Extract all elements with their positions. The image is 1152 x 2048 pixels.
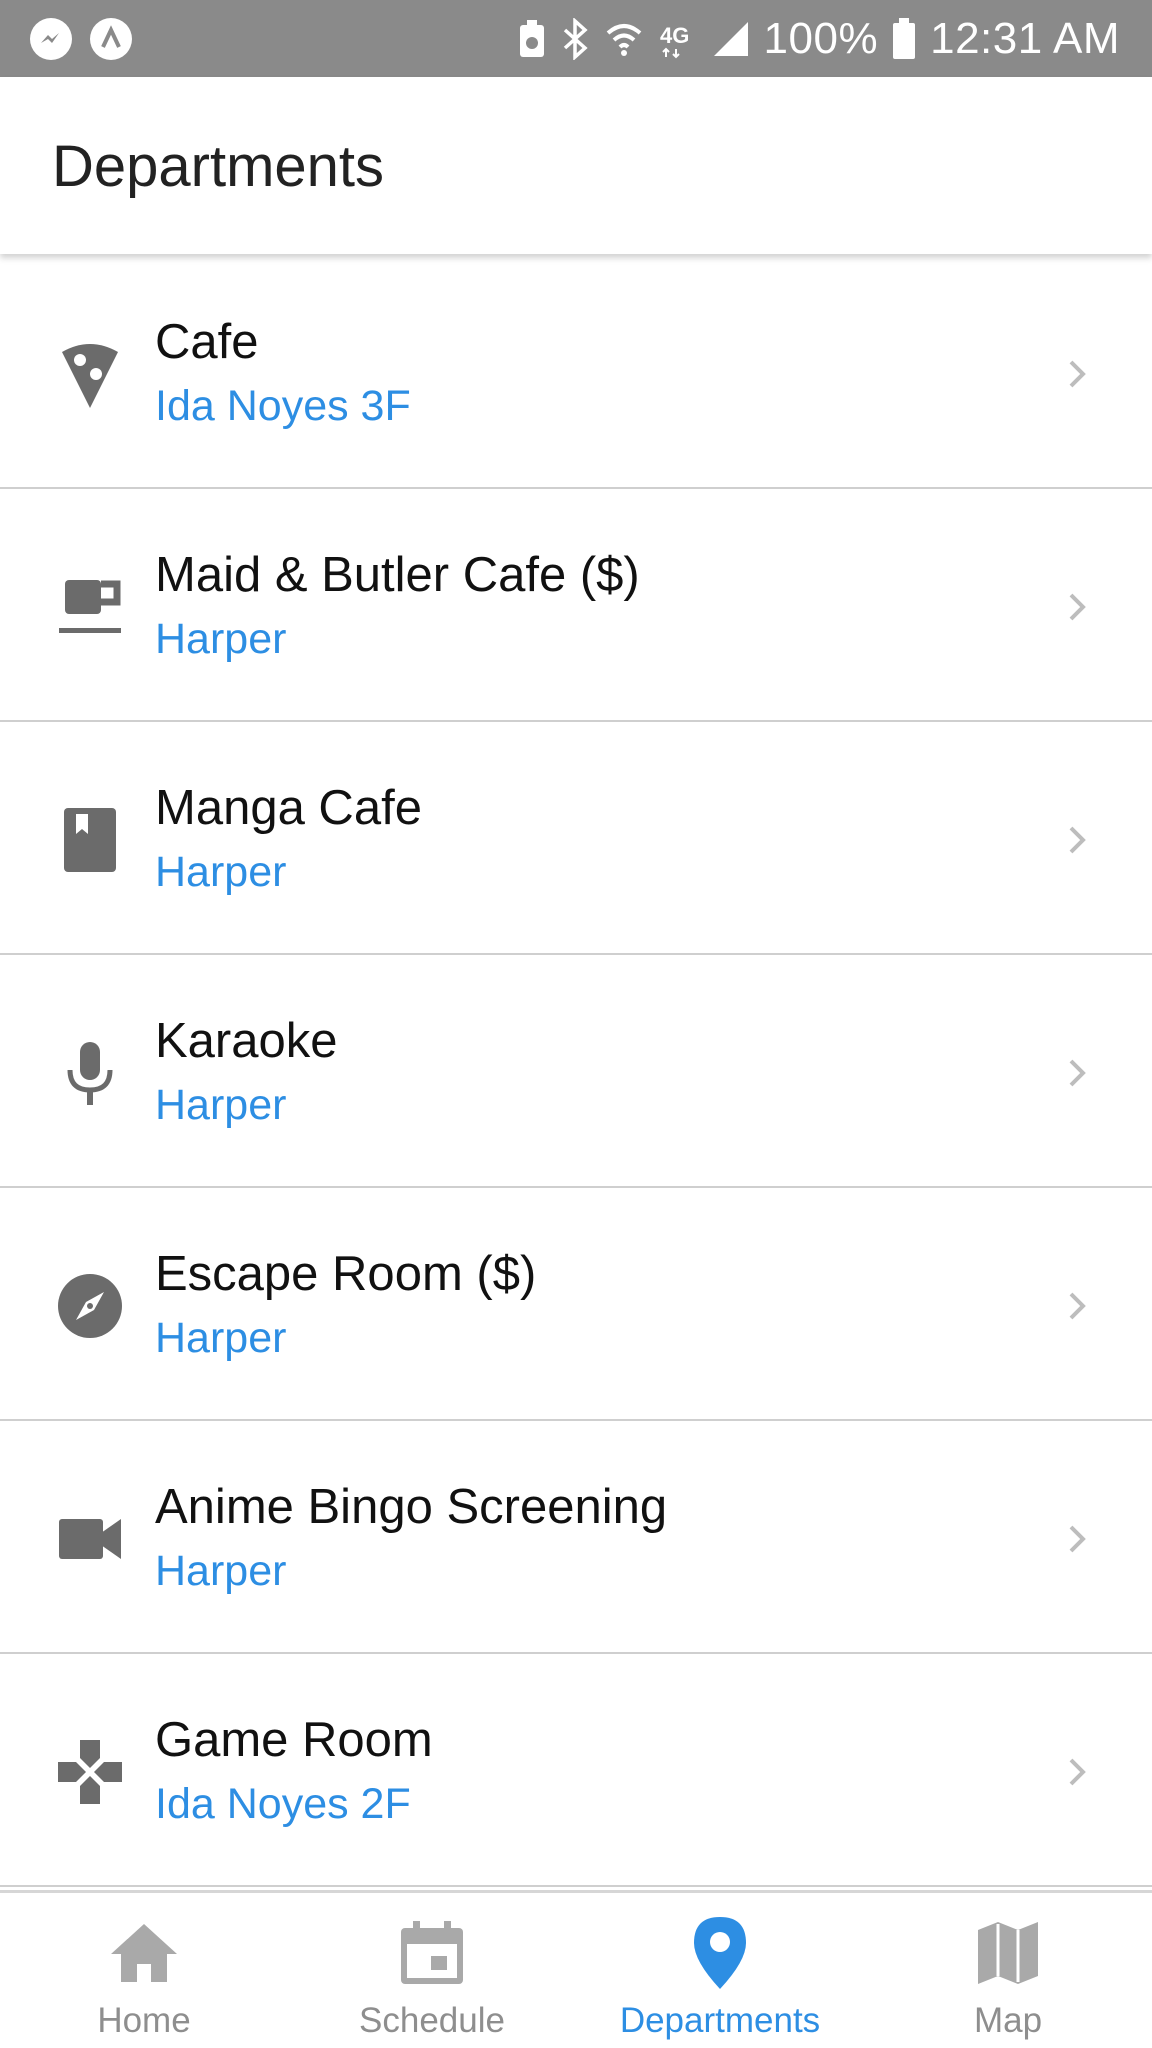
department-location: Harper xyxy=(155,848,287,896)
chevron-right-icon xyxy=(1069,1758,1086,1786)
list-item[interactable]: Anime Bingo Screening Harper xyxy=(0,1421,1152,1654)
department-location: Harper xyxy=(155,1547,287,1595)
clock: 12:31 AM xyxy=(930,14,1120,63)
bluetooth-icon xyxy=(560,18,590,60)
battery-saver-icon xyxy=(518,19,546,59)
app-header: Departments xyxy=(0,77,1152,254)
compass-icon xyxy=(52,1268,128,1344)
list-item[interactable]: Game Room Ida Noyes 2F xyxy=(0,1654,1152,1887)
chevron-right-icon xyxy=(1069,1292,1086,1320)
department-title: Escape Room ($) xyxy=(155,1247,537,1301)
department-title: Maid & Butler Cafe ($) xyxy=(155,548,640,602)
chevron-right-icon xyxy=(1069,360,1086,388)
department-location: Harper xyxy=(155,1314,287,1362)
tab-label: Home xyxy=(97,2001,191,2040)
video-camera-icon xyxy=(52,1501,128,1577)
wifi-icon xyxy=(604,19,644,59)
tab-schedule[interactable]: Schedule xyxy=(288,1893,576,2048)
department-title: Karaoke xyxy=(155,1014,338,1068)
location-pin-icon xyxy=(682,1915,758,1991)
department-title: Anime Bingo Screening xyxy=(155,1480,668,1534)
gamepad-icon xyxy=(52,1734,128,1810)
tab-map[interactable]: Map xyxy=(864,1893,1152,2048)
app-notification-icon xyxy=(90,18,132,60)
list-item[interactable]: Manga Cafe Harper xyxy=(0,722,1152,955)
chevron-right-icon xyxy=(1069,593,1086,621)
system-icons: 4G 100% 12:31 AM xyxy=(518,10,1120,68)
lte-icon: 4G xyxy=(658,19,698,59)
home-icon xyxy=(106,1915,182,1991)
svg-text:4G: 4G xyxy=(660,23,689,48)
tab-label: Map xyxy=(973,2001,1043,2040)
coffee-cup-icon xyxy=(52,569,128,645)
list-item[interactable]: Cafe Ida Noyes 3F xyxy=(0,256,1152,489)
department-location: Harper xyxy=(155,615,287,663)
map-icon xyxy=(970,1915,1046,1991)
list-item[interactable]: Escape Room ($) Harper xyxy=(0,1188,1152,1421)
department-title: Cafe xyxy=(155,315,259,369)
department-location: Harper xyxy=(155,1081,287,1129)
list-item[interactable]: Karaoke Harper xyxy=(0,955,1152,1188)
chevron-right-icon xyxy=(1069,1059,1086,1087)
tab-departments[interactable]: Departments xyxy=(576,1893,864,2048)
department-location: Ida Noyes 3F xyxy=(155,382,411,430)
microphone-icon xyxy=(52,1035,128,1111)
department-location: Ida Noyes 2F xyxy=(155,1780,411,1828)
battery-icon xyxy=(892,18,916,60)
book-icon xyxy=(52,802,128,878)
list-item[interactable]: Maid & Butler Cafe ($) Harper xyxy=(0,489,1152,722)
bottom-navigation: Home Schedule Departments Map xyxy=(0,1890,1152,2048)
notification-icons xyxy=(30,18,132,60)
department-title: Game Room xyxy=(155,1713,433,1767)
chevron-right-icon xyxy=(1069,826,1086,854)
messenger-icon xyxy=(30,18,72,60)
tab-label: Departments xyxy=(619,2001,821,2040)
chevron-right-icon xyxy=(1069,1525,1086,1553)
tab-label: Schedule xyxy=(359,2001,505,2040)
department-title: Manga Cafe xyxy=(155,781,422,835)
tab-home[interactable]: Home xyxy=(0,1893,288,2048)
status-bar: 4G 100% 12:31 AM xyxy=(0,0,1152,77)
battery-percent: 100% xyxy=(763,14,879,63)
signal-icon xyxy=(712,20,750,58)
calendar-icon xyxy=(394,1915,470,1991)
page-title: Departments xyxy=(52,134,385,199)
pizza-icon xyxy=(52,336,128,412)
departments-list: Cafe Ida Noyes 3F Maid & Butler Cafe ($)… xyxy=(0,256,1152,1887)
